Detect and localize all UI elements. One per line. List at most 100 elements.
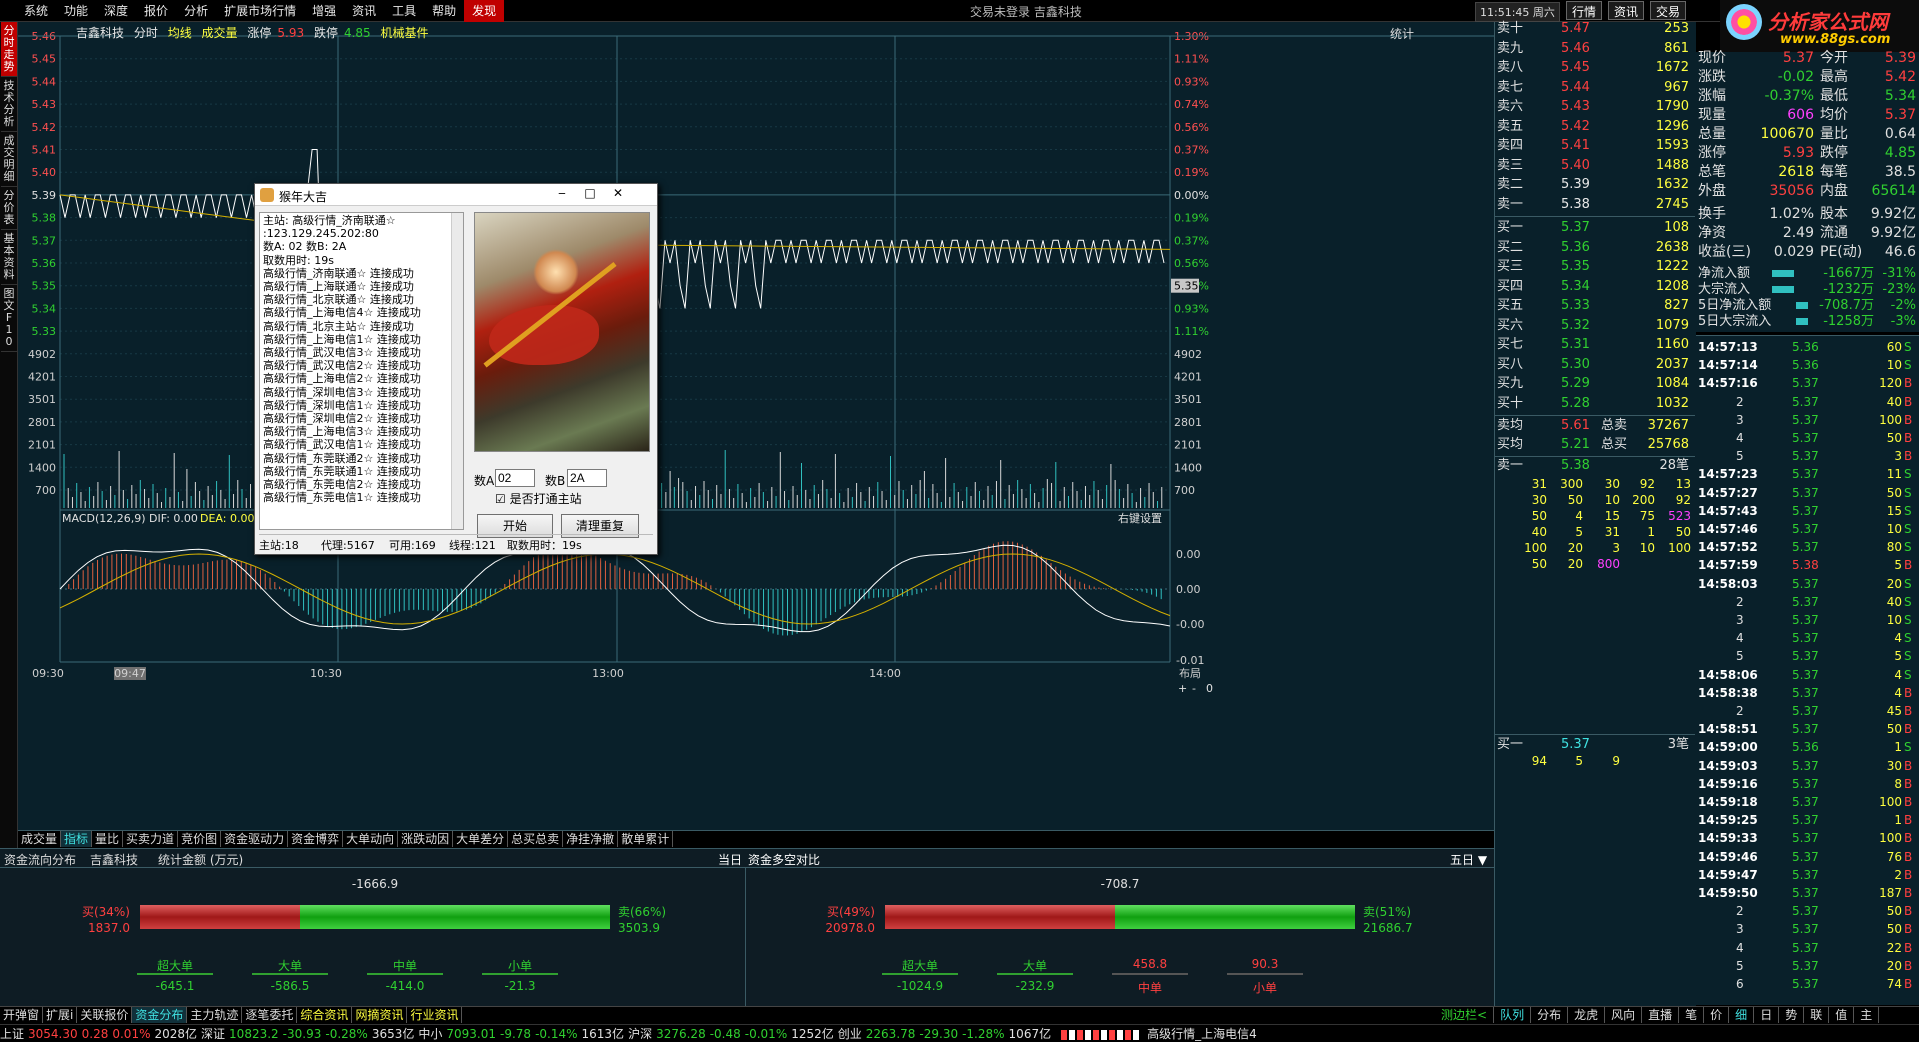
tick-row[interactable]: 14:57:13 5.36 60 S [1696, 338, 1919, 356]
menu-item-8[interactable]: 工具 [384, 0, 424, 22]
tick-row[interactable]: 5 5.37 5 S [1696, 647, 1919, 665]
tick-row[interactable]: 5 5.37 20 B [1696, 957, 1919, 975]
tick-row[interactable]: 14:57:52 5.37 80 S [1696, 538, 1919, 556]
tick-row[interactable]: 14:59:00 5.36 1 S [1696, 738, 1919, 756]
left-tab-1[interactable]: 技术分析 [1, 77, 17, 132]
tick-row[interactable]: 4 5.37 4 S [1696, 629, 1919, 647]
tick-row[interactable]: 14:59:50 5.37 187 B [1696, 884, 1919, 902]
menu-item-3[interactable]: 报价 [136, 0, 176, 22]
menu-item-7[interactable]: 资讯 [344, 0, 384, 22]
connection-log[interactable]: 主站: 高级行情_济南联通☆:123.129.245.202:80 数A: 02 … [259, 212, 464, 530]
log-scrollbar[interactable] [451, 213, 463, 529]
tick-row[interactable]: 14:57:46 5.37 10 S [1696, 520, 1919, 538]
tick-row[interactable]: 14:59:18 5.37 100 B [1696, 793, 1919, 811]
tick-row[interactable]: 3 5.37 50 B [1696, 920, 1919, 938]
chart-tab-3[interactable]: 买卖力道 [123, 831, 179, 847]
menu-item-10[interactable]: 发现 [464, 0, 505, 22]
minimize-icon[interactable]: ‒ [549, 186, 575, 203]
tick-row[interactable]: 14:59:03 5.37 30 B [1696, 757, 1919, 775]
tick-row[interactable]: 14:59:47 5.37 2 B [1696, 866, 1919, 884]
numA-input[interactable] [495, 469, 535, 487]
stat-button[interactable]: 统计 [1390, 25, 1414, 42]
bottom-tab-4[interactable]: 主力轨迹 [187, 1007, 243, 1023]
bottom-right-tab-0[interactable]: 测边栏< [1435, 1007, 1495, 1023]
left-tab-3[interactable]: 分价表 [1, 187, 17, 230]
chart-tab-1[interactable]: 指标 [61, 831, 93, 847]
chart-tab-2[interactable]: 量比 [92, 831, 124, 847]
bottom-tab-8[interactable]: 行业资讯 [407, 1007, 463, 1023]
connect-main-checkbox[interactable]: ☑ 是否打通主站 [495, 490, 582, 507]
tick-row[interactable]: 14:57:59 5.38 5 B [1696, 556, 1919, 574]
chart-tab-8[interactable]: 涨跌动因 [398, 831, 454, 847]
chart-tab-10[interactable]: 总买总卖 [508, 831, 564, 847]
popup-titlebar[interactable]: 猴年大吉 ‒ □ ✕ [255, 184, 657, 206]
tick-row[interactable]: 14:57:16 5.37 120 B [1696, 374, 1919, 392]
popup-window[interactable]: 猴年大吉 ‒ □ ✕ 主站: 高级行情_济南联通☆:123.129.245.20… [254, 183, 658, 555]
tick-row[interactable]: 14:58:03 5.37 20 S [1696, 575, 1919, 593]
tick-row[interactable]: 14:57:27 5.37 50 S [1696, 484, 1919, 502]
numB-input[interactable] [567, 469, 607, 487]
menu-item-2[interactable]: 深度 [96, 0, 136, 22]
chart-tab-5[interactable]: 资金驱动力 [221, 831, 289, 847]
bottom-tab-7[interactable]: 网摘资讯 [352, 1007, 408, 1023]
tick-row[interactable]: 2 5.37 40 S [1696, 593, 1919, 611]
tick-row[interactable]: 6 5.37 74 B [1696, 975, 1919, 993]
checkbox-icon[interactable]: ☑ [495, 492, 506, 506]
bottom-right-tab-9[interactable]: 日 [1754, 1007, 1780, 1023]
tick-row[interactable]: 14:58:06 5.37 4 S [1696, 666, 1919, 684]
bottom-right-tab-10[interactable]: 势 [1779, 1007, 1805, 1023]
tick-row[interactable]: 2 5.37 45 B [1696, 702, 1919, 720]
bottom-right-tab-4[interactable]: 风向 [1605, 1007, 1643, 1023]
chart-tab-12[interactable]: 散单累计 [618, 831, 674, 847]
menu-item-4[interactable]: 分析 [176, 0, 216, 22]
chart-tab-9[interactable]: 大单差分 [453, 831, 509, 847]
tick-row[interactable]: 14:57:14 5.36 10 S [1696, 356, 1919, 374]
bottom-right-tab-2[interactable]: 分布 [1531, 1007, 1569, 1023]
bottom-right-tab-6[interactable]: 笔 [1679, 1007, 1705, 1023]
top-button-news[interactable]: 资讯 [1608, 1, 1645, 20]
intraday-chart[interactable]: 5.46 1.30% 5.45 1.11% 5.44 0.93% 5.43 0.74% 5.42… [18, 22, 1494, 830]
bottom-tab-0[interactable]: 开弹窗 [0, 1007, 44, 1023]
bottom-right-tab-12[interactable]: 值 [1829, 1007, 1855, 1023]
close-icon[interactable]: ✕ [605, 186, 631, 203]
chart-tab-11[interactable]: 净挂净撤 [563, 831, 619, 847]
bottom-right-tab-5[interactable]: 直播 [1642, 1007, 1680, 1023]
chart-tab-4[interactable]: 竞价图 [178, 831, 222, 847]
chart-tab-0[interactable]: 成交量 [18, 831, 62, 847]
bottom-right-tab-13[interactable]: 主 [1854, 1007, 1880, 1023]
bottom-right-tab-1[interactable]: 队列 [1494, 1007, 1532, 1023]
tick-row[interactable]: 14:59:16 5.37 8 B [1696, 775, 1919, 793]
tick-row[interactable]: 14:59:25 5.37 1 B [1696, 811, 1919, 829]
tick-row[interactable]: 14:57:23 5.37 11 S [1696, 465, 1919, 483]
bottom-tab-5[interactable]: 逐笔委托 [242, 1007, 298, 1023]
left-tab-5[interactable]: 图文F10 [1, 285, 17, 352]
tick-row[interactable]: 5 5.37 3 B [1696, 447, 1919, 465]
bottom-right-tab-7[interactable]: 价 [1704, 1007, 1730, 1023]
bottom-tab-2[interactable]: 关联报价 [77, 1007, 133, 1023]
maximize-icon[interactable]: □ [577, 186, 603, 203]
tick-row[interactable]: 2 5.37 50 B [1696, 902, 1919, 920]
tick-row[interactable]: 14:58:51 5.37 50 B [1696, 720, 1919, 738]
bottom-tab-1[interactable]: 扩展ⅰ [43, 1007, 78, 1023]
tick-row[interactable]: 3 5.37 10 S [1696, 611, 1919, 629]
tick-row[interactable]: 14:58:38 5.37 4 B [1696, 684, 1919, 702]
top-button-market[interactable]: 行情 [1566, 1, 1603, 20]
tick-row[interactable]: 4 5.37 22 B [1696, 939, 1919, 957]
bottom-tab-3[interactable]: 资金分布 [132, 1007, 188, 1023]
menu-item-1[interactable]: 功能 [56, 0, 96, 22]
tick-row[interactable]: 14:59:46 5.37 76 B [1696, 848, 1919, 866]
menu-item-0[interactable]: 系统 [16, 0, 56, 22]
tick-row[interactable]: 4 5.37 50 B [1696, 429, 1919, 447]
menu-item-6[interactable]: 增强 [304, 0, 344, 22]
tick-row[interactable]: 2 5.37 40 B [1696, 393, 1919, 411]
tick-row[interactable]: 3 5.37 100 B [1696, 411, 1919, 429]
tick-list[interactable]: 14:57:13 5.36 60 S 14:57:14 5.36 10 S 14:57:16 5.… [1696, 335, 1919, 1005]
left-tab-2[interactable]: 成交明细 [1, 132, 17, 187]
menu-item-9[interactable]: 帮助 [424, 0, 464, 22]
bottom-right-tab-3[interactable]: 龙虎 [1568, 1007, 1606, 1023]
left-tab-0[interactable]: 分时走势 [1, 22, 17, 77]
bottom-right-tab-8[interactable]: 细 [1729, 1007, 1755, 1023]
chart-tab-7[interactable]: 大单动向 [343, 831, 399, 847]
fund-today[interactable]: 当日 [718, 851, 742, 868]
five-day-select[interactable]: 五日 ▼ [1450, 851, 1487, 868]
